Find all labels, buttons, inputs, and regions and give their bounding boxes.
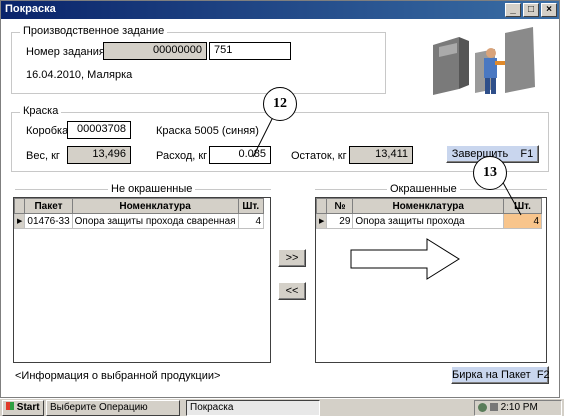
column-header-name: Номенклатура <box>352 198 504 214</box>
system-tray: 2:10 PM <box>474 400 562 416</box>
network-icon <box>478 402 487 412</box>
usage-label: Расход, кг <box>156 150 208 162</box>
cell-name[interactable]: Опора защиты прохода сваренная <box>71 213 239 229</box>
cell-name[interactable]: Опора защиты прохода <box>352 213 504 229</box>
row-pointer-icon: ▶ <box>315 213 328 229</box>
window-title: Покраска <box>5 3 56 15</box>
weight-label: Вес, кг <box>26 150 60 162</box>
worker-illustration <box>433 27 535 95</box>
paint-group-title: Краска <box>20 105 62 117</box>
callout-13: 13 <box>473 156 507 190</box>
minimize-button[interactable]: _ <box>505 3 521 17</box>
cell-packet[interactable]: 01476-33 <box>24 213 73 229</box>
table-row[interactable]: ▶ 01476-33 Опора защиты прохода сваренна… <box>13 213 265 229</box>
start-label: Start <box>16 402 40 413</box>
move-forward-button[interactable]: >> <box>278 249 306 267</box>
row-selector-header <box>13 198 26 214</box>
start-button[interactable]: Start <box>2 400 44 416</box>
taskbar-item-operations[interactable]: Выберите Операцию <box>46 400 180 416</box>
row-selector-header <box>315 198 328 214</box>
taskbar-item-painting[interactable]: Покраска <box>186 400 320 416</box>
box-field[interactable]: 00003708 <box>67 121 131 139</box>
weight-value: 13,496 <box>67 146 131 164</box>
task-number-code: 00000000 <box>103 42 207 60</box>
cell-qty[interactable]: 4 <box>237 213 265 229</box>
column-header-name: Номенклатура <box>71 198 239 214</box>
column-header-num: № <box>326 198 354 214</box>
title-bar: Покраска _ □ × <box>1 1 559 19</box>
unpainted-title: Не окрашенные <box>108 183 196 195</box>
task-number-label: Номер задания <box>26 46 105 58</box>
volume-icon <box>489 403 498 412</box>
task-group-title: Производственное задание <box>20 25 168 37</box>
row-pointer-icon: ▶ <box>13 213 26 229</box>
rest-value: 13,411 <box>349 146 413 164</box>
painted-title: Окрашенные <box>387 183 460 195</box>
right-arrow-icon <box>350 238 460 280</box>
box-label: Коробка <box>26 125 69 137</box>
cell-num[interactable]: 29 <box>326 213 354 229</box>
unpainted-table: Пакет Номенклатура Шт. ▶ 01476-33 Опора … <box>13 197 271 363</box>
task-number-field[interactable]: 751 <box>209 42 291 60</box>
column-header-qty: Шт. <box>237 198 265 214</box>
task-date-line: 16.04.2010, Малярка <box>26 69 133 81</box>
callout-12: 12 <box>263 87 297 121</box>
column-header-packet: Пакет <box>24 198 73 214</box>
taskbar: Start Выберите Операцию Покраска 2:10 PM <box>0 398 564 416</box>
selected-product-info: <Информация о выбранной продукции> <box>15 370 221 382</box>
main-window: Покраска _ □ × Производственное задание … <box>0 0 560 398</box>
clock: 2:10 PM <box>500 402 538 413</box>
move-back-button[interactable]: << <box>278 282 306 300</box>
maximize-button[interactable]: □ <box>523 3 539 17</box>
close-button[interactable]: × <box>541 3 557 17</box>
tag-packet-button[interactable]: Бирка на Пакет F2 <box>451 366 550 384</box>
windows-logo-icon <box>6 402 14 410</box>
